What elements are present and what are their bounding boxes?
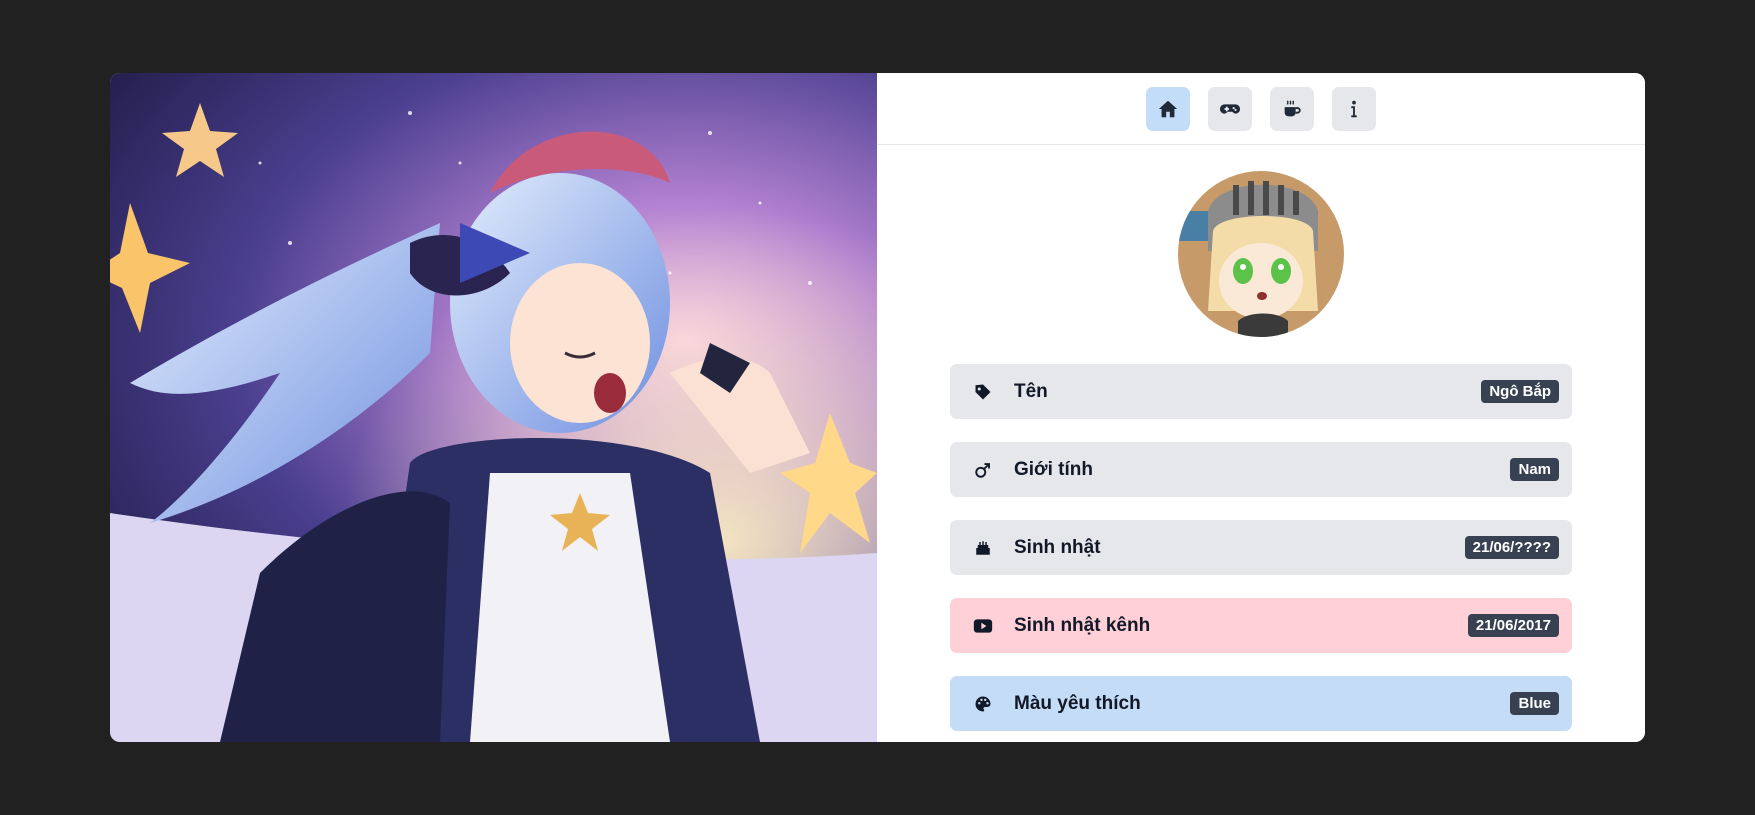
profile-info-list: Tên Ngô Bắp Giới tính Nam Sinh nhật 21/0… (950, 364, 1572, 731)
row-label: Tên (1014, 380, 1048, 402)
hero-artwork (110, 73, 877, 742)
tag-icon (972, 381, 994, 403)
nav-bar (877, 73, 1645, 145)
coffee-icon (1284, 99, 1301, 116)
row-favorite-color: Màu yêu thích Blue (950, 676, 1572, 731)
nav-home-button[interactable] (1146, 86, 1190, 131)
nav-games-button[interactable] (1208, 86, 1252, 131)
row-value-badge: Ngô Bắp (1481, 380, 1559, 403)
youtube-icon (972, 615, 994, 637)
nav-info-button[interactable] (1332, 86, 1376, 131)
row-label: Giới tính (1014, 458, 1093, 480)
row-gender: Giới tính Nam (950, 442, 1572, 497)
row-value-badge: Nam (1510, 458, 1559, 481)
row-label: Màu yêu thích (1014, 692, 1141, 714)
profile-panel: Tên Ngô Bắp Giới tính Nam Sinh nhật 21/0… (877, 73, 1645, 742)
row-channel-birthday: Sinh nhật kênh 21/06/2017 (950, 598, 1572, 653)
palette-icon (972, 693, 994, 715)
male-icon (972, 459, 994, 481)
row-name: Tên Ngô Bắp (950, 364, 1572, 419)
gamepad-icon (1219, 103, 1241, 114)
profile-card: Tên Ngô Bắp Giới tính Nam Sinh nhật 21/0… (110, 73, 1645, 742)
row-value-badge: 21/06/???? (1464, 536, 1559, 559)
row-value-badge: 21/06/2017 (1467, 614, 1559, 637)
avatar-knight-image (1178, 171, 1344, 337)
row-birthday: Sinh nhật 21/06/???? (950, 520, 1572, 575)
anime-illustration (110, 73, 877, 742)
row-label: Sinh nhật kênh (1014, 614, 1151, 636)
nav-coffee-button[interactable] (1270, 86, 1314, 131)
avatar (1178, 171, 1344, 337)
cake-icon (972, 537, 994, 559)
row-label: Sinh nhật (1014, 536, 1101, 558)
row-value-badge: Blue (1510, 692, 1559, 715)
home-icon (1158, 100, 1178, 117)
info-icon (1351, 100, 1357, 117)
